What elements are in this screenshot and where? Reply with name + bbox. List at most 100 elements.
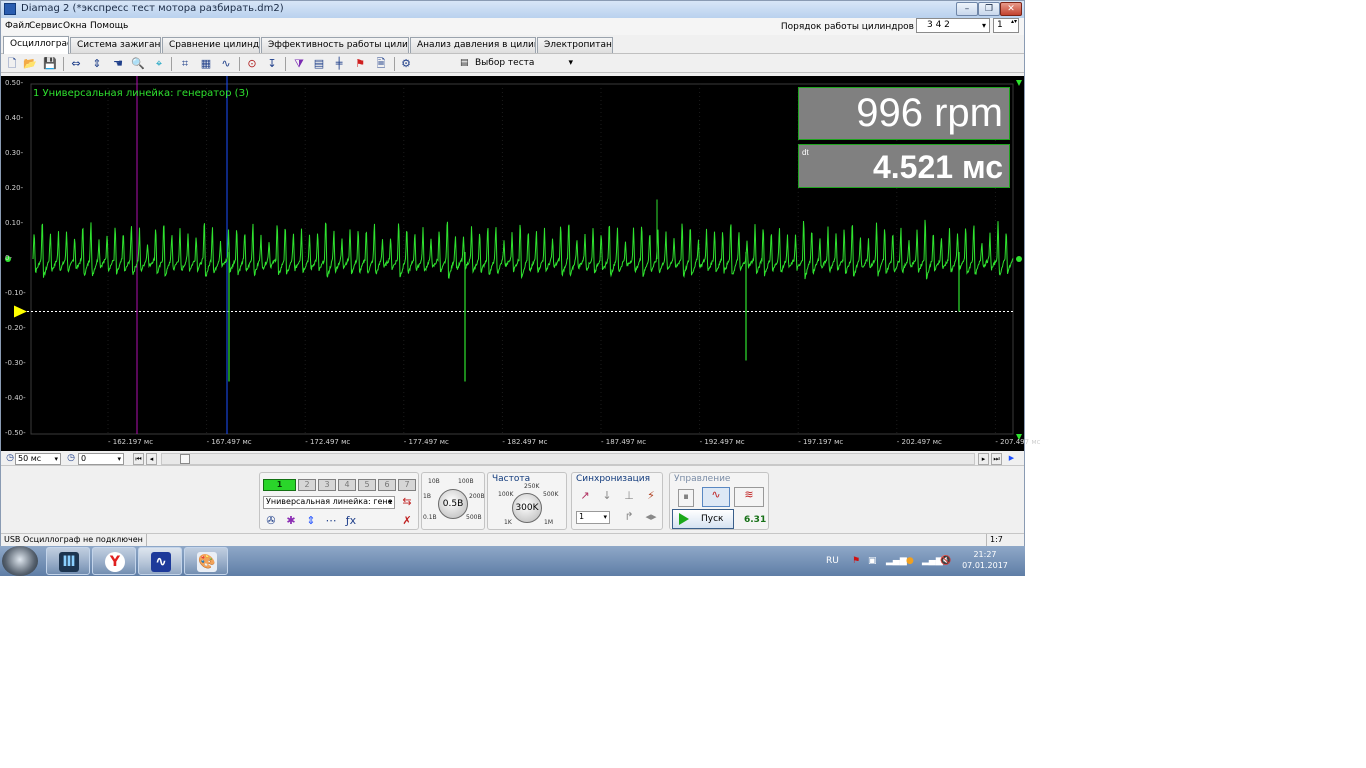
hand-pan-icon[interactable]: ☚ (111, 57, 125, 70)
timebase-select[interactable]: 50 мс (15, 453, 61, 465)
scroll-end-button[interactable]: ⏭ (991, 453, 1002, 465)
status-empty (147, 534, 987, 546)
test-select[interactable]: Выбор теста (457, 56, 577, 71)
record-icon[interactable]: ⊙ (245, 57, 259, 70)
y-tick-label: -0.10- (5, 289, 26, 297)
channel-2-button[interactable]: 2 (298, 479, 316, 491)
network-icon[interactable]: ▂▄▆ (886, 555, 907, 567)
channel-overlay-icon[interactable]: ▦ (199, 57, 213, 70)
maximize-button[interactable]: ❐ (978, 2, 1000, 16)
app-icon (4, 3, 16, 15)
probe-icon[interactable]: ✇ (264, 514, 278, 527)
channel-1-button[interactable]: 1 (263, 479, 296, 491)
report-icon[interactable]: 🗎 (374, 57, 388, 70)
minimize-button[interactable]: – (956, 2, 978, 16)
new-file-icon[interactable]: 🗋 (5, 57, 19, 70)
tab-cylinder-efficiency[interactable]: Эффективность работы цилиндров (261, 37, 409, 53)
cursor-measure-icon[interactable]: ⌖ (152, 57, 166, 70)
scroll-start-button[interactable]: ⏮ (133, 453, 144, 465)
scroll-right-button[interactable]: ▸ (978, 453, 989, 465)
sync-level-icon[interactable]: ⊥ (622, 489, 636, 502)
toolbar-separator (394, 57, 395, 71)
disable-channel-icon[interactable]: ✗ (400, 514, 414, 527)
channel-5-button[interactable]: 5 (358, 479, 376, 491)
menu-windows[interactable]: Окна (63, 21, 87, 31)
amplitude-dial[interactable]: 0.5В (438, 489, 468, 519)
run-button[interactable]: Пуск (672, 509, 734, 529)
oscilloscope-view[interactable]: 1 Универсальная линейка: генератор (З) 9… (1, 76, 1040, 451)
start-button[interactable] (2, 546, 38, 576)
equalizer-app-icon: Ⅲ (59, 552, 79, 572)
channel-6-button[interactable]: 6 (378, 479, 396, 491)
tab-cylinder-compare[interactable]: Сравнение цилиндров (162, 37, 260, 53)
save-icon[interactable]: 💾 (43, 57, 57, 70)
filter-settings-icon[interactable]: ✱ (284, 514, 298, 527)
channel-4-button[interactable]: 4 (338, 479, 356, 491)
taskbar-paint[interactable]: 🎨 (184, 547, 228, 575)
channel-3-button[interactable]: 3 (318, 479, 336, 491)
settings-gear-icon[interactable]: ⚙ (399, 57, 413, 70)
fft-icon[interactable]: ∿ (219, 57, 233, 70)
zoom-select[interactable]: 0 (78, 453, 124, 465)
grid-toggle-icon[interactable]: ⌗ (178, 57, 192, 70)
menu-file[interactable]: Файл (5, 21, 30, 31)
x-tick-label: - 202.497 мс (896, 438, 942, 446)
line-style-icon[interactable]: ⋯ (324, 514, 338, 527)
magnifier-icon[interactable]: 🔍 (131, 57, 145, 70)
zoom-horizontal-icon[interactable]: ⇔ (69, 57, 83, 70)
amp-label-10v: 10В (428, 478, 440, 485)
printer-icon[interactable]: ▣ (868, 555, 877, 567)
sync-falling-edge-icon[interactable]: ↓ (600, 489, 614, 502)
sync-pre-icon[interactable]: ↱ (622, 510, 636, 523)
sine-mode-icon[interactable]: ∿ (702, 487, 730, 507)
firing-order-select[interactable]: 3 4 2 (916, 18, 990, 33)
control-title: Управление (674, 474, 731, 484)
sync-rising-edge-icon[interactable]: ↗ (578, 489, 592, 502)
vertical-shift-icon[interactable]: ⇕ (304, 514, 318, 527)
sync-auto-icon[interactable]: ⚡ (644, 489, 658, 502)
marker-flag-icon[interactable]: ⚑ (353, 57, 367, 70)
pause-icon[interactable]: ⏸ (678, 489, 694, 507)
update-icon[interactable]: ● (906, 555, 914, 567)
play-forward-icon[interactable]: ▶ (1006, 453, 1017, 465)
close-button[interactable]: ✕ (1000, 2, 1022, 16)
time-scroll-thumb[interactable] (180, 454, 190, 464)
flag-icon[interactable]: ⚑ (852, 555, 860, 567)
filter-icon[interactable]: ⧩ (292, 57, 306, 70)
menu-service[interactable]: Сервис (29, 21, 63, 31)
table-icon[interactable]: ▤ (312, 57, 326, 70)
tab-oscilloscope[interactable]: Осциллограф (3, 36, 69, 54)
channel-7-button[interactable]: 7 (398, 479, 416, 491)
connection-status: USB Осциллограф не подключен (1, 534, 147, 546)
invert-icon[interactable]: ⇆ (400, 495, 414, 508)
amp-label-100v: 100В (458, 478, 474, 485)
taskbar-app-1[interactable]: Ⅲ (46, 547, 90, 575)
scroll-left-button[interactable]: ◂ (146, 453, 157, 465)
sync-shift-icon[interactable]: ◂▸ (644, 510, 658, 523)
cylinder-spinner[interactable]: 1 (993, 18, 1019, 33)
time-scrollbar[interactable] (161, 453, 975, 465)
menu-help[interactable]: Помощь (90, 21, 128, 31)
frequency-dial[interactable]: 300K (512, 493, 542, 523)
open-folder-icon[interactable]: 📂 (23, 57, 37, 70)
y-tick-label: 0- (5, 254, 12, 262)
tab-ignition[interactable]: Система зажигания (70, 37, 161, 53)
zoom-vertical-icon[interactable]: ⇕ (90, 57, 104, 70)
sync-channel-select[interactable]: 1 (576, 511, 610, 524)
taskbar-diamag[interactable]: ∿ (138, 547, 182, 575)
waveform-app-icon: ∿ (151, 552, 171, 572)
trigger-marker[interactable] (14, 305, 27, 318)
tab-power[interactable]: Электропитание (537, 37, 613, 53)
tab-cylinder-pressure[interactable]: Анализ давления в цилиндре (410, 37, 536, 53)
trigger-zero-icon[interactable]: ↧ (265, 57, 279, 70)
language-indicator[interactable]: RU (826, 555, 839, 567)
taskbar-browser[interactable]: Y (92, 547, 136, 575)
math-function-icon[interactable]: ƒx (344, 514, 358, 527)
clock[interactable]: 21:27 07.01.2017 (960, 549, 1010, 571)
zero-marker-right[interactable] (1016, 256, 1022, 262)
x-tick-label: - 162.197 мс (108, 438, 154, 446)
volume-icon[interactable]: 🔇 (940, 555, 951, 567)
sensor-select[interactable]: Универсальная линейка: гене (263, 496, 395, 509)
cursor-lines-icon[interactable]: ╪ (332, 57, 346, 70)
multi-wave-mode-icon[interactable]: ≋ (734, 487, 764, 507)
